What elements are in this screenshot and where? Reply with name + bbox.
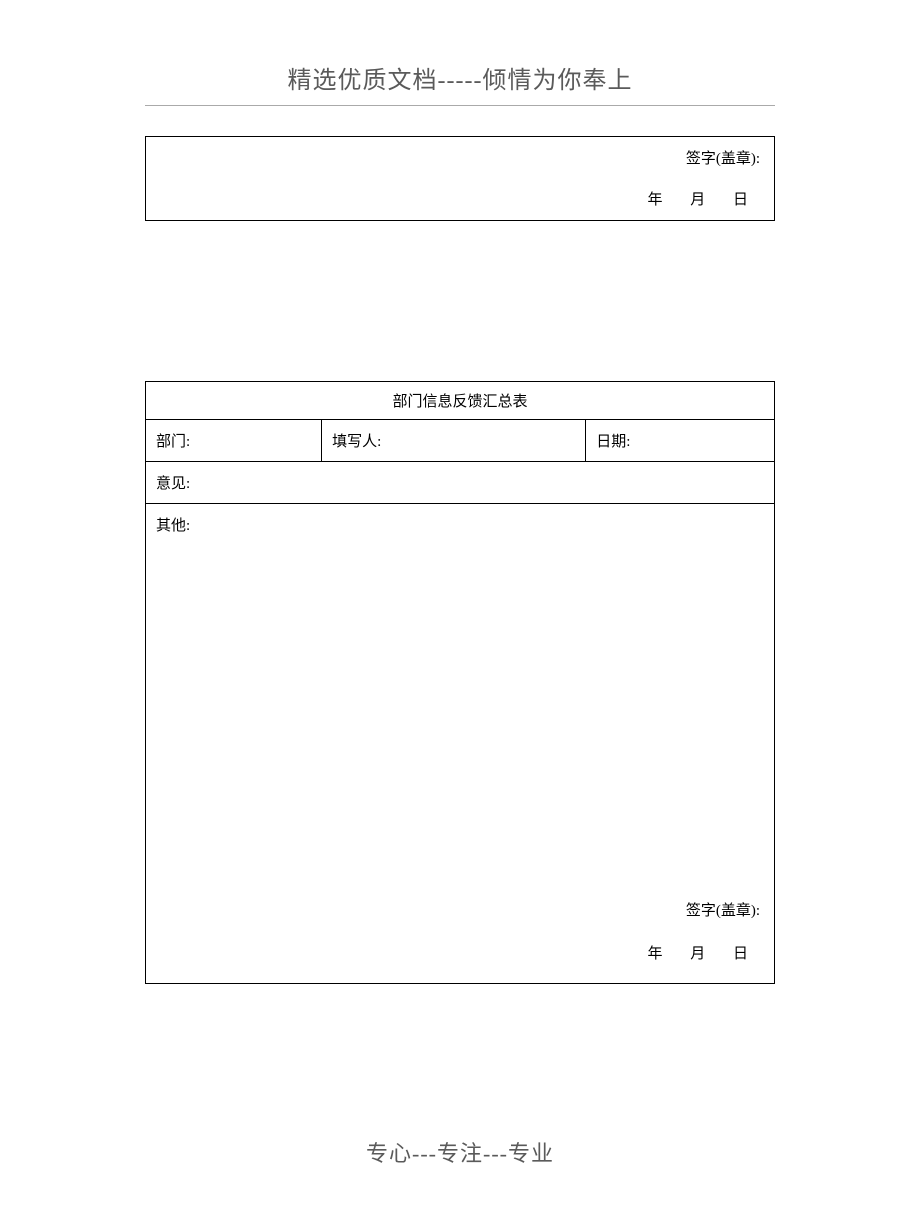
feedback-summary-table: 部门信息反馈汇总表 部门: 填写人: 日期: 意见: 其他: 签字(盖章): 年… xyxy=(145,381,775,984)
table-row-opinion: 意见: xyxy=(146,462,775,504)
signature-cell-top: 签字(盖章): 年 月 日 xyxy=(146,137,775,221)
table-row-other: 其他: 签字(盖章): 年 月 日 xyxy=(146,504,775,984)
page-footer: 专心---专注---专业 xyxy=(0,1136,920,1168)
signature-box-top: 签字(盖章): 年 月 日 xyxy=(145,136,775,221)
date-line-top: 年 月 日 xyxy=(637,192,762,208)
date-year-bottom: 年 xyxy=(647,946,664,962)
date-day-bottom: 日 xyxy=(733,946,750,962)
field-date: 日期: xyxy=(586,420,775,462)
signature-label-bottom: 签字(盖章): xyxy=(637,899,762,920)
field-other-cell: 其他: 签字(盖章): 年 月 日 xyxy=(146,504,775,984)
date-day-top: 日 xyxy=(733,192,750,208)
signature-label-top: 签字(盖章): xyxy=(158,147,762,168)
page-header-title: 精选优质文档-----倾情为你奉上 xyxy=(145,60,775,106)
document-page: 精选优质文档-----倾情为你奉上 签字(盖章): 年 月 日 部门信息反馈汇总… xyxy=(0,0,920,984)
date-year-top: 年 xyxy=(647,192,664,208)
field-filler: 填写人: xyxy=(322,420,586,462)
date-month-top: 月 xyxy=(690,192,707,208)
field-opinion: 意见: xyxy=(146,462,775,504)
signature-block-bottom: 签字(盖章): 年 月 日 xyxy=(637,899,762,963)
field-department: 部门: xyxy=(146,420,322,462)
table-row-fields: 部门: 填写人: 日期: xyxy=(146,420,775,462)
date-line-bottom: 年 月 日 xyxy=(637,946,762,962)
date-month-bottom: 月 xyxy=(690,946,707,962)
table-title: 部门信息反馈汇总表 xyxy=(146,382,775,420)
field-other-label: 其他: xyxy=(156,518,190,534)
